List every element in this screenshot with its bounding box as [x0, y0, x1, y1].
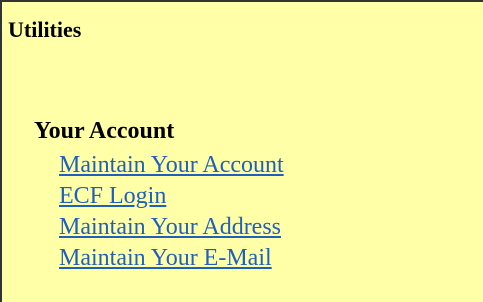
list-item: Maintain Your Address — [59, 212, 284, 243]
maintain-your-address-link[interactable]: Maintain Your Address — [59, 214, 281, 240]
list-item: Maintain Your Account — [59, 150, 284, 181]
list-item: Maintain Your E-Mail — [59, 243, 284, 274]
ecf-login-link[interactable]: ECF Login — [59, 183, 166, 209]
your-account-heading: Your Account — [34, 118, 175, 144]
section-title: Utilities — [8, 17, 82, 42]
utilities-panel: Utilities Your Account Maintain Your Acc… — [0, 0, 483, 302]
maintain-your-email-link[interactable]: Maintain Your E-Mail — [59, 245, 272, 271]
list-item: ECF Login — [59, 181, 284, 212]
maintain-your-account-link[interactable]: Maintain Your Account — [59, 152, 284, 178]
account-links-list: Maintain Your Account ECF Login Maintain… — [59, 150, 284, 274]
